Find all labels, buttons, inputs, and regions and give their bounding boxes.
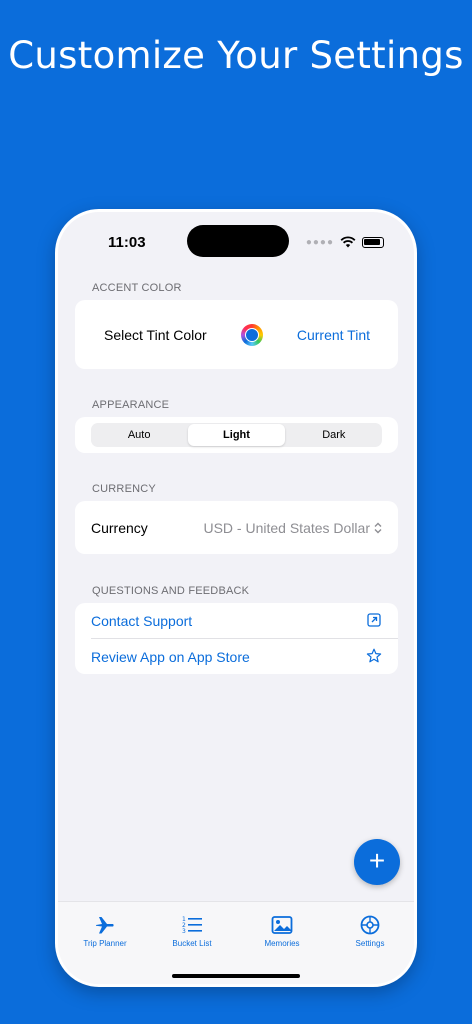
tint-swatch [245,328,259,342]
status-time: 11:03 [108,234,146,251]
section-header-feedback: QUESTIONS AND FEEDBACK [92,585,250,597]
battery-icon [362,236,384,248]
signal-icon: ●●●● [305,236,334,248]
phone-frame: 11:03 ●●●● ACCENT COLOR Select Tint Colo… [55,209,417,987]
tab-trip-planner[interactable]: Trip Planner [65,914,145,948]
tab-label: Memories [264,939,300,948]
feedback-card: Contact Support Review App on App Store [75,603,398,674]
home-indicator [172,974,300,978]
segment-auto[interactable]: Auto [91,423,187,447]
status-icons: ●●●● [306,236,384,248]
wifi-icon [340,236,356,248]
section-header-appearance: APPEARANCE [92,399,170,411]
currency-card[interactable]: Currency USD - United States Dollar [75,501,398,554]
tab-label: Trip Planner [83,939,127,948]
currency-value: USD - United States Dollar [203,520,370,536]
tab-memories[interactable]: Memories [242,914,322,948]
accent-color-card[interactable]: Select Tint Color Current Tint [75,300,398,369]
tab-label: Bucket List [172,939,212,948]
dynamic-island [187,225,289,257]
photo-icon [271,916,293,934]
section-header-currency: CURRENCY [92,483,156,495]
current-tint-button[interactable]: Current Tint [297,327,370,343]
svg-text:3: 3 [182,928,186,935]
tab-bucket-list[interactable]: 1 2 3 Bucket List [152,914,232,948]
promo-headline: Customize Your Settings [8,34,464,77]
star-icon [366,648,382,663]
chevron-up-down-icon [374,522,382,534]
external-link-icon [367,613,381,627]
contact-support-label: Contact Support [91,613,193,629]
tab-settings[interactable]: Settings [330,914,410,948]
segment-dark[interactable]: Dark [286,423,382,447]
list-icon: 1 2 3 [182,916,202,935]
gear-icon [360,915,380,935]
appearance-segmented-control[interactable]: Auto Light Dark [91,423,382,447]
section-header-accent: ACCENT COLOR [92,282,182,294]
review-app-label: Review App on App Store [91,649,250,665]
contact-support-row[interactable]: Contact Support [91,603,382,639]
currency-picker[interactable]: USD - United States Dollar [203,520,382,536]
tab-label: Settings [355,939,385,948]
color-wheel-icon[interactable] [241,324,263,346]
review-app-row[interactable]: Review App on App Store [91,639,382,675]
airplane-icon [96,917,114,934]
tint-label: Select Tint Color [104,327,207,343]
add-button[interactable]: + [354,839,400,885]
appearance-card: Auto Light Dark [75,417,398,453]
currency-label: Currency [91,520,148,536]
segment-light[interactable]: Light [188,424,285,446]
